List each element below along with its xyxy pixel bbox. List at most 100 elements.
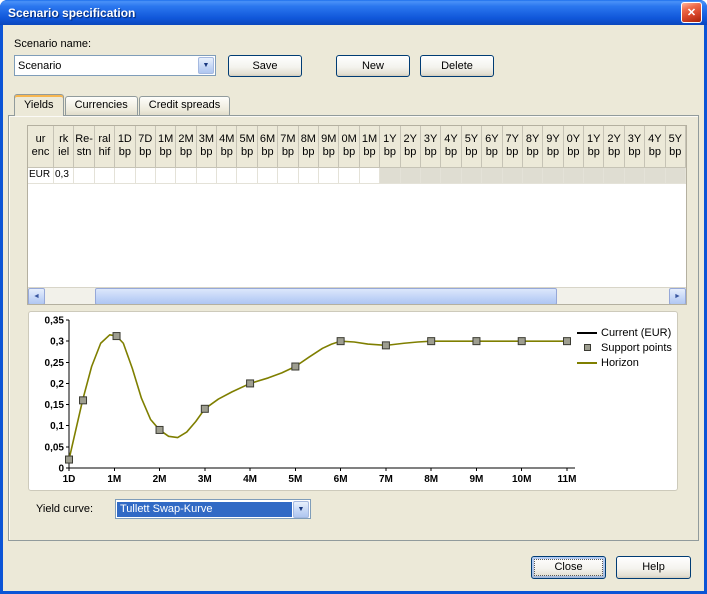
yields-cell[interactable]: [176, 168, 196, 184]
yields-cell[interactable]: [441, 168, 461, 184]
yields-column-header: 1Dbp: [115, 126, 135, 168]
svg-text:0,3: 0,3: [50, 337, 64, 348]
yields-column-header: 3Mbp: [197, 126, 217, 168]
chart-legend: Current (EUR) Support points Horizon: [577, 312, 675, 490]
new-button[interactable]: New: [336, 55, 410, 77]
yields-cell[interactable]: [278, 168, 298, 184]
window-close-button[interactable]: ✕: [681, 2, 702, 23]
delete-button[interactable]: Delete: [420, 55, 494, 77]
tab-yields[interactable]: Yields: [14, 94, 64, 116]
yields-column-header: ralhif: [95, 126, 115, 168]
yields-column-header: 5Ybp: [666, 126, 686, 168]
title-bar[interactable]: Scenario specification ✕: [0, 0, 707, 25]
yields-cell[interactable]: [625, 168, 645, 184]
svg-text:0,35: 0,35: [45, 316, 65, 327]
yields-cell[interactable]: [482, 168, 502, 184]
svg-text:0,2: 0,2: [50, 379, 64, 390]
table-empty-area: [28, 184, 686, 287]
chevron-down-icon[interactable]: ▼: [198, 57, 214, 74]
legend-item-support-points: Support points: [577, 340, 675, 355]
yields-cell[interactable]: [319, 168, 339, 184]
yields-table: urencrkielRe-stnralhif1Dbp7Dbp1Mbp2Mbp3M…: [27, 125, 687, 305]
yields-cell[interactable]: [74, 168, 94, 184]
yields-column-header: 8Ybp: [523, 126, 543, 168]
svg-text:1D: 1D: [63, 474, 76, 485]
current-line-swatch-icon: [577, 332, 597, 334]
svg-text:8M: 8M: [424, 474, 438, 485]
yield-curve-label: Yield curve:: [36, 503, 93, 515]
legend-label: Horizon: [601, 357, 639, 369]
yields-cell[interactable]: [645, 168, 665, 184]
yields-column-header: 6Mbp: [258, 126, 278, 168]
scrollbar-thumb[interactable]: [95, 288, 557, 305]
yields-cell[interactable]: [217, 168, 237, 184]
yields-cell[interactable]: [604, 168, 624, 184]
yields-column-header: 8Mbp: [299, 126, 319, 168]
yields-cell[interactable]: [666, 168, 686, 184]
legend-item-horizon: Horizon: [577, 355, 675, 370]
svg-text:7M: 7M: [379, 474, 393, 485]
yields-column-header: 0Mbp: [339, 126, 359, 168]
yields-cell[interactable]: [136, 168, 156, 184]
svg-text:0,15: 0,15: [45, 400, 65, 411]
svg-text:1M: 1M: [107, 474, 121, 485]
svg-text:11M: 11M: [558, 474, 577, 485]
yields-cell[interactable]: [584, 168, 604, 184]
close-icon: ✕: [687, 6, 696, 19]
yields-column-header: 7Dbp: [136, 126, 156, 168]
horizontal-scrollbar[interactable]: ◄ ►: [28, 287, 686, 304]
yield-curve-combobox[interactable]: Tullett Swap-Kurve ▼: [115, 499, 311, 519]
help-button[interactable]: Help: [616, 556, 691, 579]
legend-label: Support points: [601, 342, 672, 354]
scenario-name-combobox[interactable]: Scenario ▼: [14, 55, 216, 76]
svg-text:0,25: 0,25: [45, 358, 65, 369]
tab-credit-spreads[interactable]: Credit spreads: [139, 96, 231, 115]
scenario-specification-dialog: Scenario specification ✕ Scenario name: …: [0, 0, 707, 594]
svg-text:6M: 6M: [334, 474, 348, 485]
scroll-left-icon[interactable]: ◄: [28, 288, 45, 305]
support-point-swatch-icon: [584, 344, 591, 351]
yields-table-header: urencrkielRe-stnralhif1Dbp7Dbp1Mbp2Mbp3M…: [28, 126, 686, 168]
yields-cell[interactable]: [360, 168, 380, 184]
scenario-name-label: Scenario name:: [14, 38, 91, 50]
yields-cell[interactable]: [401, 168, 421, 184]
yields-column-header: rkiel: [54, 126, 74, 168]
yields-cell[interactable]: [462, 168, 482, 184]
tab-strip: Yields Currencies Credit spreads: [14, 94, 230, 116]
yields-cell[interactable]: [339, 168, 359, 184]
chevron-down-icon[interactable]: ▼: [293, 501, 309, 518]
svg-text:0: 0: [58, 464, 64, 475]
scroll-right-icon[interactable]: ►: [669, 288, 686, 305]
yields-cell[interactable]: [564, 168, 584, 184]
legend-item-current: Current (EUR): [577, 325, 675, 340]
svg-text:2M: 2M: [153, 474, 167, 485]
save-button[interactable]: Save: [228, 55, 302, 77]
yields-column-header: Re-stn: [74, 126, 94, 168]
yields-column-header: 4Mbp: [217, 126, 237, 168]
yields-cell[interactable]: 0,3: [54, 168, 74, 184]
yields-cell[interactable]: [523, 168, 543, 184]
yields-column-header: 1Ybp: [380, 126, 400, 168]
yields-cell[interactable]: [421, 168, 441, 184]
yields-column-header: 4Ybp: [645, 126, 665, 168]
yields-column-header: 1Ybp: [584, 126, 604, 168]
yield-curve-value: Tullett Swap-Kurve: [117, 502, 292, 517]
yields-cell[interactable]: [543, 168, 563, 184]
yields-column-header: 9Mbp: [319, 126, 339, 168]
yields-cell[interactable]: [197, 168, 217, 184]
yields-column-header: 9Ybp: [543, 126, 563, 168]
close-button[interactable]: Close: [531, 556, 606, 579]
yields-cell[interactable]: EUR: [28, 168, 54, 184]
yields-column-header: 2Ybp: [604, 126, 624, 168]
tab-currencies[interactable]: Currencies: [65, 96, 138, 115]
scenario-name-value: Scenario: [15, 60, 197, 72]
yields-cell[interactable]: [299, 168, 319, 184]
yields-cell[interactable]: [115, 168, 135, 184]
svg-text:3M: 3M: [198, 474, 212, 485]
yields-cell[interactable]: [95, 168, 115, 184]
yields-cell[interactable]: [156, 168, 176, 184]
yields-cell[interactable]: [503, 168, 523, 184]
yields-cell[interactable]: [380, 168, 400, 184]
yields-cell[interactable]: [258, 168, 278, 184]
yields-cell[interactable]: [237, 168, 257, 184]
